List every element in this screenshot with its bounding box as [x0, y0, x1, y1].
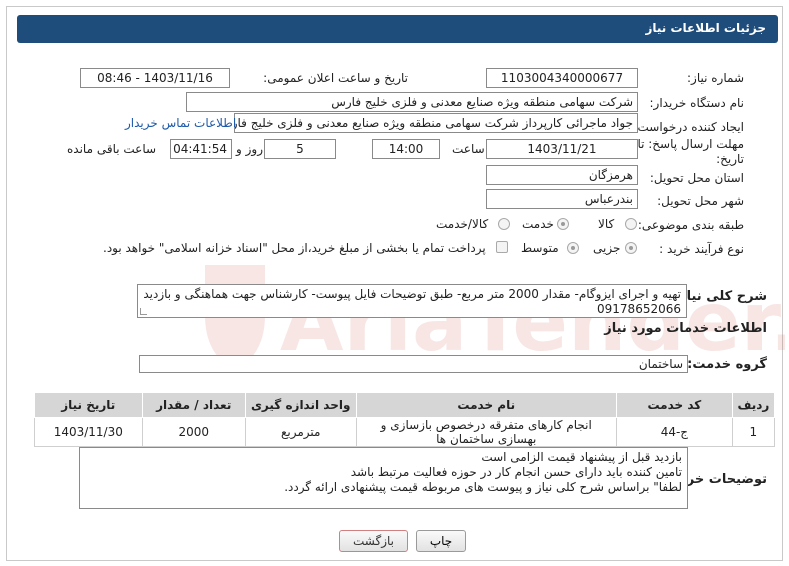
province-field: هرمزگان	[486, 165, 638, 185]
process-medium-label: متوسط	[521, 241, 559, 255]
service-group-field: ساختمان	[139, 355, 688, 373]
cell-row: 1	[731, 417, 776, 447]
process-medium-radio[interactable]	[567, 242, 579, 254]
buyer-field: شرکت سهامی منطقه ویژه صنایع معدنی و فلزی…	[186, 92, 638, 112]
cell-code: ج-44	[615, 417, 733, 447]
cell-name: انجام کارهای متفرقه درخصوص بازسازی و بهس…	[355, 417, 617, 447]
category-goods-radio[interactable]	[625, 218, 637, 230]
description-textarea: تهیه و اجرای ایزوگام- مقدار 2000 متر مرب…	[137, 284, 687, 318]
buyer-contact-link[interactable]: اطلاعات تماس خریدار	[125, 116, 236, 130]
services-table: ردیف کد خدمت نام خدمت واحد اندازه گیری ت…	[34, 392, 776, 447]
cell-unit: مترمربع	[244, 417, 357, 447]
process-partial-radio[interactable]	[625, 242, 637, 254]
category-service-label: خدمت	[522, 217, 554, 231]
col-name-header: نام خدمت	[355, 392, 617, 418]
category-goods-service-label: کالا/خدمت	[436, 217, 489, 231]
remaining-label: ساعت باقی مانده	[67, 142, 157, 156]
page-title: جزئیات اطلاعات نیاز	[645, 21, 766, 35]
table-row: 1 ج-44 انجام کارهای متفرقه درخصوص بازساز…	[34, 417, 776, 447]
time-label: ساعت	[452, 142, 485, 156]
province-label: استان محل تحویل:	[649, 171, 744, 185]
buyer-label: نام دستگاه خریدار:	[649, 96, 745, 110]
back-button[interactable]: بازگشت	[339, 530, 408, 552]
days-field: 5	[264, 139, 336, 159]
description-text: تهیه و اجرای ایزوگام- مقدار 2000 متر مرب…	[143, 287, 681, 316]
category-goods-service-radio[interactable]	[498, 218, 510, 230]
process-label: نوع فرآیند خرید :	[659, 242, 744, 256]
buyer-note-line: لطفا" براساس شرح کلی نیاز و پیوست های مر…	[284, 480, 682, 494]
treasury-payment-note: پرداخت تمام یا بخشی از مبلغ خرید،از محل …	[103, 241, 486, 255]
col-row-header: ردیف	[731, 392, 776, 418]
deadline-date-field: 1403/11/21	[486, 139, 638, 159]
col-date-header: تاریخ نیاز	[34, 392, 143, 418]
creator-label: ایجاد کننده درخواست:	[633, 120, 744, 134]
category-label: طبقه بندی موضوعی:	[637, 218, 744, 232]
service-group-label: گروه خدمت:	[687, 357, 767, 372]
city-label: شهر محل تحویل:	[657, 194, 744, 208]
buyer-note-line: بازدید قبل از پیشنهاد قیمت الزامی است	[481, 450, 682, 464]
remaining-time-field: 04:41:54	[170, 139, 232, 159]
col-unit-header: واحد اندازه گیری	[244, 392, 357, 418]
days-label: روز و	[236, 142, 263, 156]
print-button[interactable]: چاپ	[416, 530, 466, 552]
deadline-label: مهلت ارسال پاسخ: تا	[637, 137, 744, 151]
table-header-row: ردیف کد خدمت نام خدمت واحد اندازه گیری ت…	[34, 392, 776, 418]
announce-label: تاریخ و ساعت اعلان عمومی:	[263, 71, 408, 85]
category-goods-label: کالا	[598, 217, 615, 231]
creator-field: جواد ماجرائی کارپرداز شرکت سهامی منطقه و…	[234, 113, 638, 133]
need-number-label: شماره نیاز:	[687, 71, 744, 85]
treasury-payment-checkbox[interactable]	[496, 241, 508, 253]
process-partial-label: جزیی	[593, 241, 621, 255]
col-code-header: کد خدمت	[615, 392, 733, 418]
cell-qty: 2000	[141, 417, 246, 447]
deadline-time-field: 14:00	[372, 139, 440, 159]
buyer-notes-textarea: بازدید قبل از پیشنهاد قیمت الزامی است تا…	[79, 447, 688, 509]
resize-grip-icon	[140, 308, 147, 315]
announce-field: 1403/11/16 - 08:46	[80, 68, 230, 88]
city-field: بندرعباس	[486, 189, 638, 209]
title-bar: جزئیات اطلاعات نیاز	[17, 15, 778, 43]
description-label: شرح کلی نیاز:	[673, 289, 767, 304]
need-number-field: 1103004340000677	[486, 68, 638, 88]
cell-date: 1403/11/30	[34, 417, 143, 447]
col-qty-header: تعداد / مقدار	[141, 392, 246, 418]
category-service-radio[interactable]	[557, 218, 569, 230]
deadline-label-date: تاریخ:	[716, 152, 744, 166]
buyer-note-line: تامین کننده باید دارای حسن انجام کار در …	[350, 465, 682, 479]
services-section-title: اطلاعات خدمات مورد نیاز	[604, 321, 767, 336]
